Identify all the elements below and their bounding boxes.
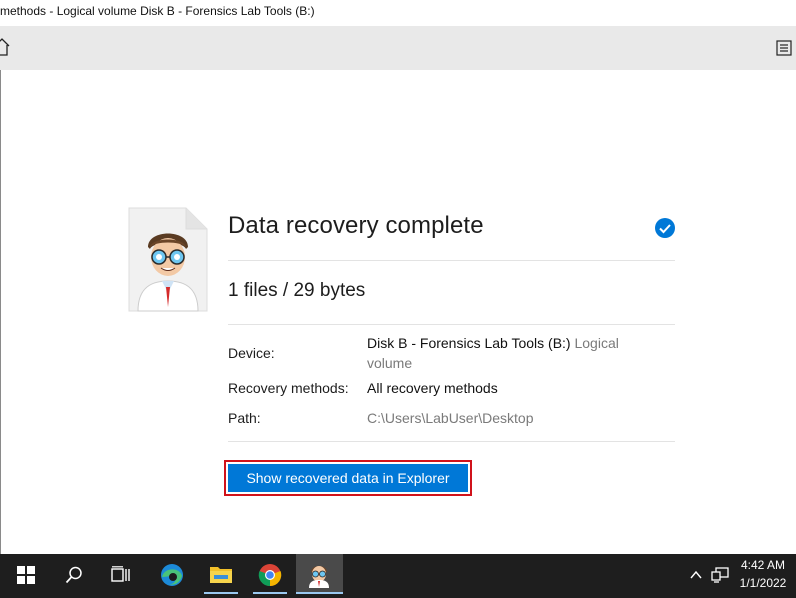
edge-icon — [161, 564, 183, 586]
methods-value: All recovery methods — [367, 380, 498, 396]
path-label: Path: — [228, 410, 261, 426]
window-left-border — [0, 70, 1, 554]
device-type-continued: volume — [367, 355, 413, 371]
running-indicator — [253, 592, 287, 594]
taskbar-search-button[interactable] — [50, 554, 96, 594]
clock-time[interactable]: 4:42 AM — [734, 558, 792, 572]
network-icon[interactable] — [711, 567, 729, 583]
chevron-up-icon[interactable] — [690, 570, 702, 580]
chrome-icon — [258, 564, 282, 587]
home-icon[interactable] — [0, 38, 10, 56]
task-view-icon — [111, 566, 130, 582]
recovery-app-icon — [309, 566, 329, 588]
path-value: C:\Users\LabUser\Desktop — [367, 410, 534, 426]
window-title: methods - Logical volume Disk B - Forens… — [0, 4, 315, 18]
recovered-file-icon — [128, 207, 208, 312]
divider — [228, 260, 675, 261]
device-value: Disk B - Forensics Lab Tools (B:) Logica… — [367, 335, 619, 351]
taskbar: 4:42 AM 1/1/2022 — [0, 554, 796, 598]
divider — [228, 441, 675, 442]
device-name: Disk B - Forensics Lab Tools (B:) — [367, 335, 571, 351]
search-icon — [65, 566, 82, 584]
menu-icon[interactable] — [776, 40, 792, 56]
taskbar-recovery-app[interactable] — [296, 554, 343, 594]
taskbar-file-explorer[interactable] — [198, 554, 244, 594]
clock-date[interactable]: 1/1/2022 — [734, 576, 792, 590]
toolbar — [0, 26, 796, 70]
start-button[interactable] — [2, 554, 48, 594]
taskbar-edge[interactable] — [149, 554, 195, 594]
running-indicator — [204, 592, 238, 594]
recovery-complete-heading: Data recovery complete — [228, 212, 484, 239]
taskbar-chrome[interactable] — [247, 554, 293, 594]
divider — [228, 324, 675, 325]
file-explorer-icon — [210, 567, 232, 583]
active-indicator — [296, 592, 343, 594]
recovered-summary: 1 files / 29 bytes — [228, 280, 366, 301]
task-view-button[interactable] — [97, 554, 143, 594]
checkmark-icon — [655, 218, 675, 238]
window-titlebar: methods - Logical volume Disk B - Forens… — [0, 0, 796, 26]
methods-label: Recovery methods: — [228, 380, 349, 396]
device-label: Device: — [228, 345, 275, 361]
show-in-explorer-button[interactable]: Show recovered data in Explorer — [228, 464, 468, 492]
device-type: Logical — [574, 335, 619, 351]
windows-start-icon — [17, 566, 35, 584]
